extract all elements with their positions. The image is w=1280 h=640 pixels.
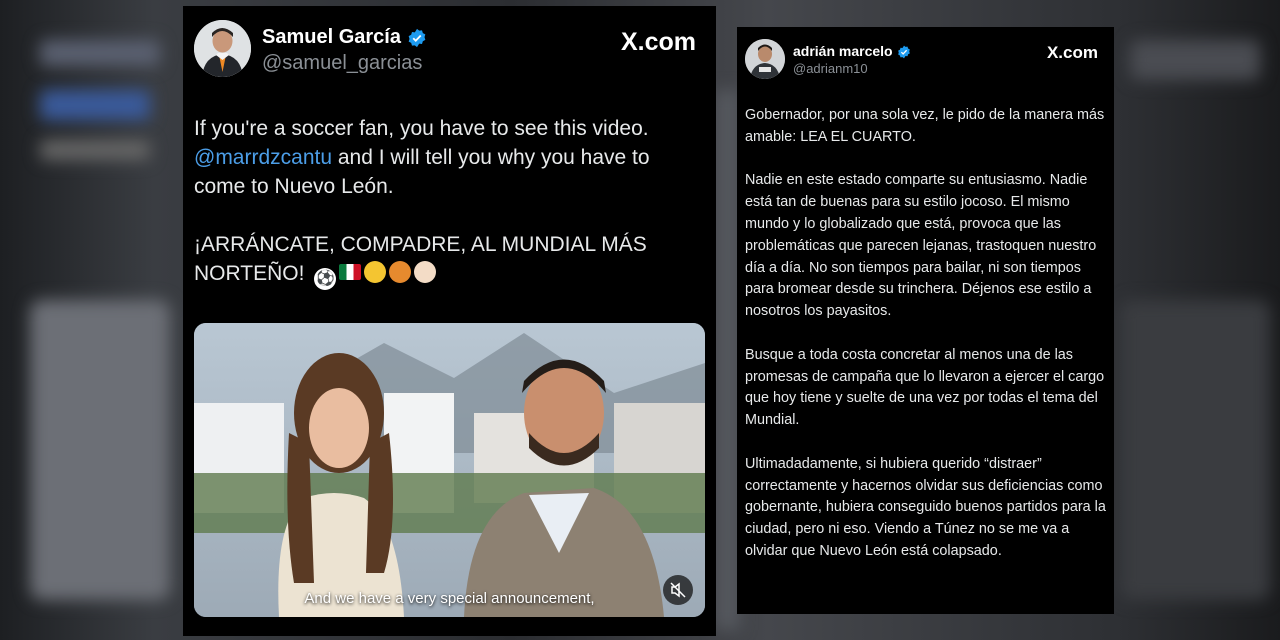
tweet-card-samuel: Samuel García @samuel_garcias X.com If y…	[183, 6, 716, 636]
author-handle[interactable]: @adrianm10	[793, 61, 868, 76]
background-blur-shape	[40, 140, 150, 160]
tweet-paragraph: Busque a toda costa concretar al menos u…	[745, 346, 1105, 429]
x-logo: X.com	[620, 28, 696, 56]
video-subtitle: And we have a very special announcement,	[304, 590, 595, 607]
mexico-flag-icon	[339, 264, 362, 280]
lion-face-icon	[389, 261, 412, 283]
tweet-paragraph: Gobernador, por una sola vez, le pido de…	[745, 107, 1105, 145]
author-name-text[interactable]: Samuel García	[262, 26, 401, 48]
muted-speaker-icon	[670, 582, 686, 598]
author-name[interactable]: adrián marcelo	[793, 43, 911, 59]
background-blur-shape	[1130, 40, 1260, 80]
tweet-paragraph: Ultimadadamente, si hubiera querido “dis…	[745, 455, 1106, 559]
video-player[interactable]: And we have a very special announcement,	[194, 323, 705, 617]
author-name[interactable]: Samuel García	[262, 26, 427, 49]
x-logo: X.com	[1046, 43, 1098, 62]
tweet-paragraph: Nadie en este estado comparte su entusia…	[745, 172, 1097, 320]
cowboy-face-icon	[364, 261, 387, 283]
avatar[interactable]	[194, 20, 251, 77]
background-blur-shape	[30, 300, 170, 600]
mute-button[interactable]	[663, 575, 693, 605]
author-name-text[interactable]: adrián marcelo	[793, 43, 893, 59]
tweet-text-line: If you're a soccer fan, you have to see …	[194, 117, 649, 140]
avatar[interactable]	[745, 39, 785, 79]
fist-bump-icon	[414, 261, 437, 283]
tweet-card-adrian: adrián marcelo @adrianm10 X.com Gobernad…	[737, 27, 1114, 614]
tweet-text-slogan: ¡ARRÁNCATE, COMPADRE, AL MUNDIAL MÁS NOR…	[194, 230, 694, 290]
mention-link[interactable]: @marrdzcantu	[194, 146, 332, 169]
soccer-ball-icon: ⚽	[314, 268, 337, 290]
background-blur-shape	[40, 90, 150, 120]
tweet-text: Gobernador, por una sola vez, le pido de…	[745, 105, 1107, 585]
video-frame	[194, 323, 705, 617]
tweet-text: If you're a soccer fan, you have to see …	[194, 114, 694, 290]
author-handle[interactable]: @samuel_garcias	[262, 52, 422, 75]
tweet-text-line-mention: @marrdzcantu and I will tell you why you…	[194, 143, 694, 201]
background-blur-shape	[1120, 300, 1270, 600]
background-blur-shape	[40, 40, 160, 66]
verified-badge-icon	[897, 45, 910, 59]
verified-badge-icon	[408, 28, 425, 47]
